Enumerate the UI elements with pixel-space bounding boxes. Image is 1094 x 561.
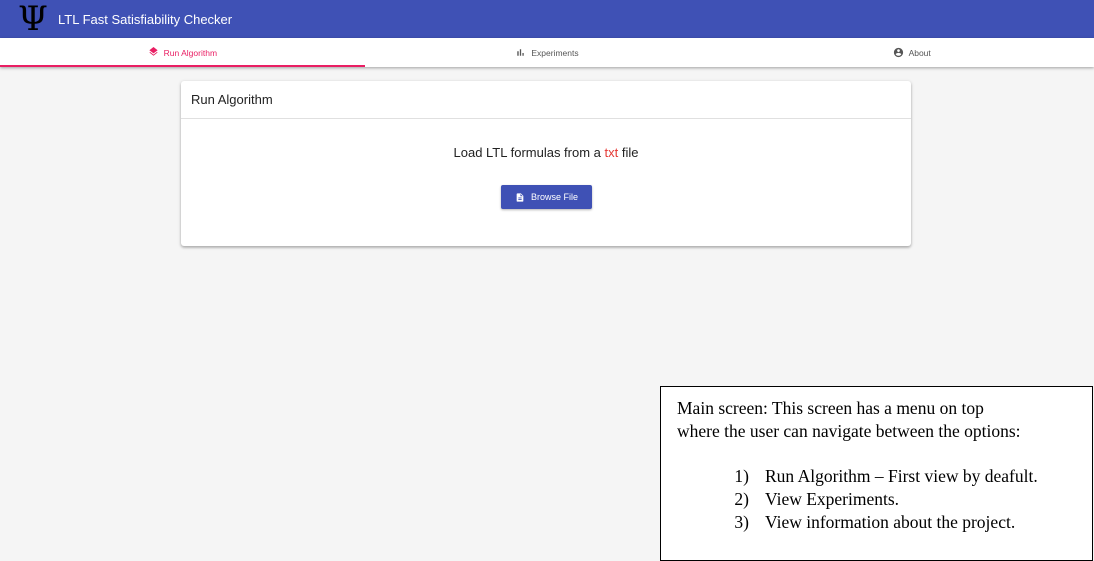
item-number: 2) (734, 489, 749, 509)
note-list: 1) Run Algorithm – First view by deafult.… (677, 465, 1092, 534)
load-instructions: Load LTL formulas from a txt file (181, 145, 911, 160)
tab-run-algorithm[interactable]: Run Algorithm (0, 38, 365, 67)
bar-chart-icon (515, 47, 526, 58)
list-item: 2) View Experiments. (677, 488, 1092, 511)
item-number: 3) (734, 512, 749, 532)
annotation-note: Main screen: This screen has a menu on t… (660, 386, 1093, 561)
txt-highlight: txt (604, 145, 619, 160)
note-line: where the user can navigate between the … (677, 421, 1021, 441)
item-number: 1) (734, 466, 749, 486)
browse-file-button[interactable]: Browse File (501, 185, 592, 209)
note-line: Main screen: This screen has a menu on t… (677, 398, 984, 418)
card-title: Run Algorithm (181, 81, 911, 119)
tab-about[interactable]: About (729, 38, 1094, 67)
tab-label: Run Algorithm (163, 47, 218, 58)
item-text: Run Algorithm – First view by deafult. (765, 466, 1038, 486)
account-circle-icon (893, 47, 904, 58)
app-title: LTL Fast Satisfiability Checker (58, 11, 233, 27)
browse-file-label: Browse File (530, 192, 578, 202)
psi-logo: Ψ (18, 0, 48, 39)
item-text: View information about the project. (765, 512, 1016, 532)
file-icon (515, 192, 525, 203)
tab-experiments[interactable]: Experiments (365, 38, 730, 67)
load-suffix: file (618, 145, 639, 160)
tab-bar: Run Algorithm Experiments About (0, 38, 1094, 67)
layers-icon (148, 47, 159, 58)
tab-label: Experiments (531, 47, 579, 58)
list-item: 3) View information about the project. (677, 511, 1092, 534)
app-bar: Ψ LTL Fast Satisfiability Checker (0, 0, 1094, 38)
list-item: 1) Run Algorithm – First view by deafult. (677, 465, 1092, 488)
load-prefix: Load LTL formulas from a (453, 145, 605, 160)
item-text: View Experiments. (765, 489, 900, 509)
run-algorithm-card: Run Algorithm Load LTL formulas from a t… (181, 81, 911, 246)
tab-label: About (908, 47, 931, 58)
